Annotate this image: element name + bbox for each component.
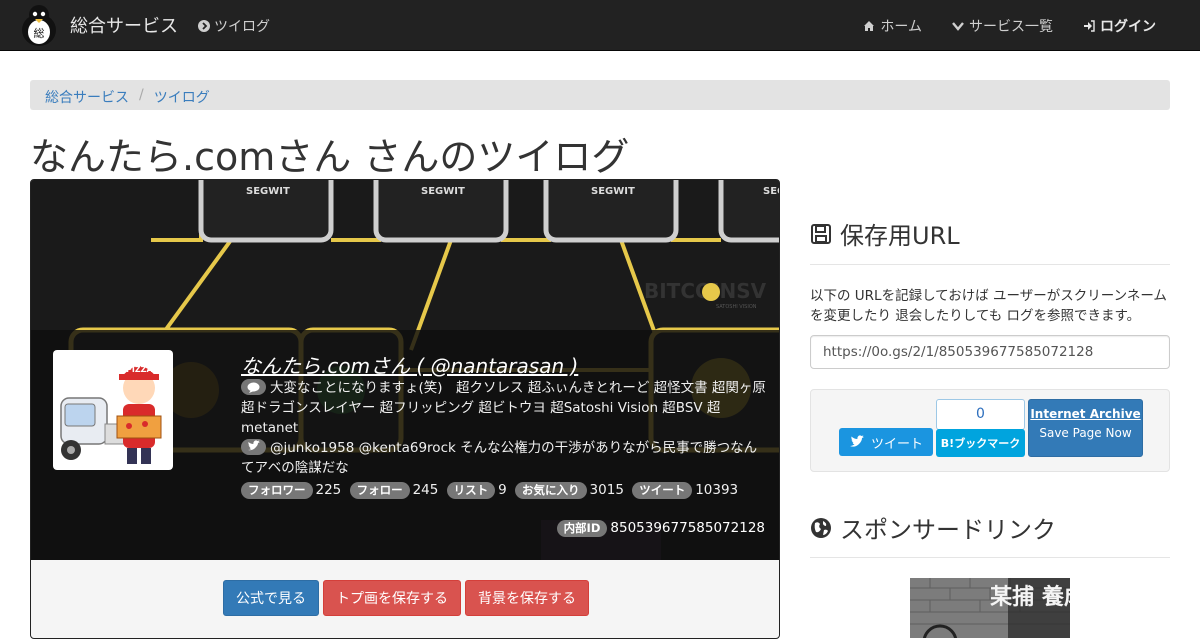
page-title: なんたら.comさん さんのツイログ: [30, 135, 630, 179]
sponsor-heading: スポンサードリンク: [810, 510, 1056, 545]
home-icon: [864, 21, 875, 31]
tweet-button-label: ツイート: [870, 436, 923, 452]
internet-archive-subtitle: Save Page Now: [1039, 426, 1132, 440]
profile-name-link[interactable]: なんたら.comさん ( @nantarasan ): [241, 350, 578, 379]
profile-actions: 公式で見る トプ画を保存する 背景を保存する: [31, 580, 779, 616]
divider: [810, 264, 1170, 265]
view-official-button[interactable]: 公式で見る: [223, 580, 319, 616]
save-background-button[interactable]: 背景を保存する: [465, 580, 589, 616]
lists-badge: リスト: [446, 482, 496, 499]
sponsor-ad-image[interactable]: 某捕 養成: [910, 578, 1070, 638]
profile-avatar[interactable]: PIZZA: [53, 350, 173, 470]
chevron-circle-right-icon: [198, 20, 210, 32]
globe-icon: [811, 517, 831, 538]
floppy-disk-icon: [811, 223, 831, 244]
save-url-description: 以下の URLを記録しておけば ユーザーがスクリーンネームを変更したり 退会した…: [810, 288, 1167, 324]
tweets-badge: ツイート: [632, 482, 693, 499]
chevron-down-icon: [952, 22, 964, 31]
internal-id: 内部ID 850539677585072128: [556, 520, 765, 537]
profile-stats: フォロワー 225 フォロー 245 リスト 9 お気に入り 3015 ツイート 1039…: [241, 480, 766, 500]
nav-service-list-label: サービス一覧: [969, 19, 1053, 35]
nav-login[interactable]: ログイン: [1083, 16, 1156, 36]
tweet-button[interactable]: ツイート: [839, 428, 933, 456]
penguin-logo-icon: 総: [22, 5, 56, 46]
navbar: 総 総合サービス ツイログ ホーム サービス一覧 ログイン: [0, 0, 1200, 51]
breadcrumb-separator: /: [139, 87, 144, 103]
nav-current-service[interactable]: ツイログ: [198, 16, 270, 36]
pizza-delivery-avatar-icon: PIZZA: [57, 354, 169, 466]
following-badge: フォロー: [349, 482, 410, 499]
nav-service-list[interactable]: サービス一覧: [952, 16, 1053, 36]
login-icon: [1084, 20, 1095, 32]
sponsor-heading-text: スポンサードリンク: [840, 516, 1056, 544]
profile-last-tweet: @junko1958 @kenta69rock そんな公権力の干渉がありながら民…: [241, 438, 766, 478]
save-url-input[interactable]: [810, 335, 1170, 369]
bitcoin-sv-tagline: SATOSHI VISION: [716, 304, 757, 310]
profile-description: 大変なことになりますょ(笑) 超クソレス 超ふぃんきとれーど 超怪文書 超関ヶ原…: [241, 378, 766, 438]
brand-name: 総合サービス: [70, 16, 178, 37]
segwit-label: SEGWIT: [763, 186, 780, 197]
segwit-label: SEGWIT: [246, 186, 290, 197]
pizza-cap-label: PIZZA: [126, 365, 153, 374]
nav-login-label: ログイン: [1100, 19, 1156, 35]
breadcrumb-home[interactable]: 総合サービス: [45, 87, 129, 106]
favorites-badge: お気に入り: [515, 482, 587, 499]
nav-home[interactable]: ホーム: [863, 16, 922, 36]
nav-current-label: ツイログ: [214, 19, 270, 35]
internal-id-badge: 内部ID: [556, 520, 608, 537]
svg-text:総: 総: [34, 26, 45, 40]
ad-book-cover-icon: 某捕 養成: [910, 578, 1070, 638]
hatena-count: 0: [936, 399, 1025, 430]
hatena-bookmark-button[interactable]: B!ブックマーク: [936, 429, 1025, 457]
share-buttons: ツイート 0 B!ブックマーク Internet Archive Save Pa…: [810, 389, 1170, 472]
save-url-heading: 保存用URL: [810, 216, 960, 251]
comment-icon: [241, 379, 266, 395]
followers-count: 225: [315, 482, 342, 498]
lists-count: 9: [498, 482, 507, 498]
twitter-bird-icon: [849, 435, 864, 447]
tweets-count: 10393: [695, 482, 739, 498]
twitter-icon: [241, 439, 266, 455]
profile-panel: SEGWIT SEGWIT SEGWIT SEGWIT BITCOINSV SA…: [30, 179, 780, 639]
internet-archive-button[interactable]: Internet Archive Save Page Now: [1028, 399, 1143, 457]
favorites-count: 3015: [589, 482, 624, 498]
nav-home-label: ホーム: [880, 19, 922, 35]
segwit-label: SEGWIT: [421, 186, 465, 197]
ad-title-text: 某捕 養成: [990, 584, 1070, 610]
profile-last-tweet-text: @junko1958 @kenta69rock そんな公権力の干渉がありながら民…: [241, 440, 758, 476]
followers-badge: フォロワー: [241, 482, 313, 499]
internal-id-value: 850539677585072128: [610, 520, 765, 536]
segwit-label: SEGWIT: [591, 186, 635, 197]
save-avatar-button[interactable]: トプ画を保存する: [323, 580, 461, 616]
save-url-heading-text: 保存用URL: [840, 222, 960, 250]
divider: [810, 557, 1170, 558]
brand-link[interactable]: 総 総合サービス: [18, 2, 178, 48]
following-count: 245: [412, 482, 439, 498]
breadcrumb-twilog[interactable]: ツイログ: [154, 87, 210, 106]
breadcrumb: 総合サービス / ツイログ: [30, 80, 1170, 110]
internet-archive-title: Internet Archive: [1030, 407, 1141, 421]
profile-description-text: 大変なことになりますょ(笑) 超クソレス 超ふぃんきとれーど 超怪文書 超関ヶ原…: [241, 380, 766, 436]
